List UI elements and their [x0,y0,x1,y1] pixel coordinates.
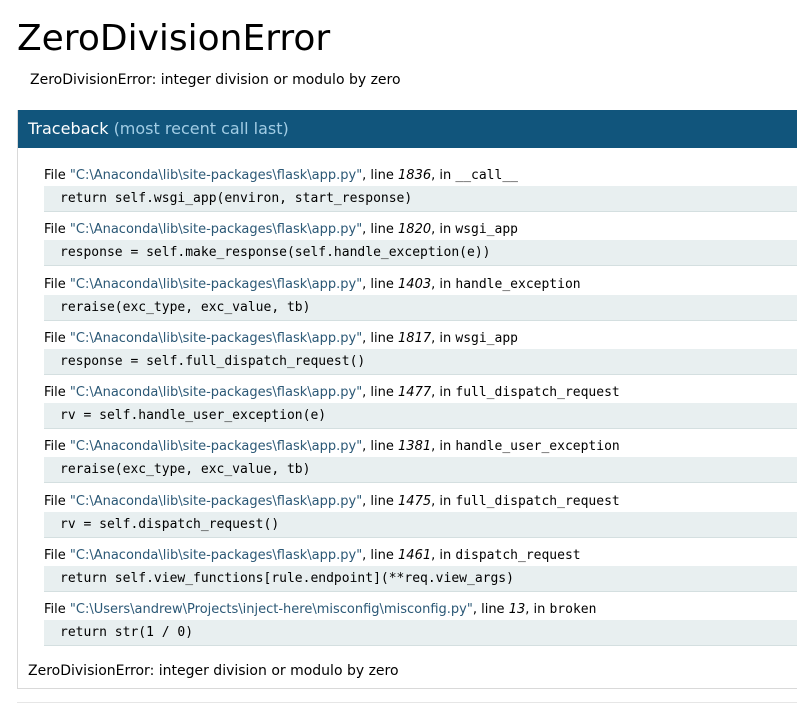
frame-filename[interactable]: "C:\Anaconda\lib\site-packages\flask\app… [70,331,362,346]
frame-code-line[interactable]: response = self.full_dispatch_request() [44,348,797,375]
file-prefix: File [44,222,70,238]
file-prefix: File [44,168,70,183]
traceback-panel: Traceback (most recent call last) File "… [17,110,797,689]
line-prefix: , line [362,222,399,238]
frame-filename[interactable]: "C:\Anaconda\lib\site-packages\flask\app… [70,222,362,237]
traceback-frame[interactable]: File "C:\Anaconda\lib\site-packages\flas… [18,167,797,221]
traceback-frame[interactable]: File "C:\Anaconda\lib\site-packages\flas… [18,221,797,275]
frame-location: File "C:\Anaconda\lib\site-packages\flas… [44,438,620,456]
frame-location: File "C:\Anaconda\lib\site-packages\flas… [44,221,518,239]
traceback-frame[interactable]: File "C:\Anaconda\lib\site-packages\flas… [18,438,797,492]
final-error-message: ZeroDivisionError: integer division or m… [28,663,399,679]
frame-line-number: 13 [508,602,526,618]
frame-location: File "C:\Anaconda\lib\site-packages\flas… [44,276,581,294]
frame-function-name: dispatch_request [455,548,581,564]
frame-filename[interactable]: "C:\Anaconda\lib\site-packages\flask\app… [70,548,362,563]
frame-function-name: handle_user_exception [455,439,620,455]
frame-code-line[interactable]: response = self.make_response(self.handl… [44,240,797,267]
frame-function-name: handle_exception [455,276,581,292]
line-prefix: , line [362,493,399,509]
in-prefix: , in [431,548,456,564]
in-prefix: , in [431,439,456,455]
in-prefix: , in [431,493,456,509]
line-prefix: , line [362,439,399,455]
traceback-frame[interactable]: File "C:\Anaconda\lib\site-packages\flas… [18,276,797,330]
frame-line-number: 1381 [398,439,432,455]
frame-function-name: broken [549,602,597,618]
traceback-title: Traceback [28,119,109,138]
frame-code-line[interactable]: return self.view_functions[rule.endpoint… [44,566,797,593]
file-prefix: File [44,602,70,618]
frame-function-name: wsgi_app [455,330,518,346]
file-prefix: File [44,548,70,564]
in-prefix: , in [431,276,456,292]
line-prefix: , line [362,548,399,564]
divider [17,702,797,703]
frame-filename[interactable]: "C:\Anaconda\lib\site-packages\flask\app… [70,494,362,509]
traceback-frame[interactable]: File "C:\Anaconda\lib\site-packages\flas… [18,493,797,547]
frame-function-name: full_dispatch_request [455,385,620,401]
line-prefix: , line [362,168,399,183]
frame-line-number: 1475 [398,493,432,509]
frame-location: File "C:\Users\andrew\Projects\inject-he… [44,601,596,619]
frame-line-number: 1820 [398,222,432,238]
file-prefix: File [44,385,70,401]
frame-line-number: 1817 [398,330,432,346]
line-prefix: , line [362,330,399,346]
frame-code-line[interactable]: reraise(exc_type, exc_value, tb) [44,457,797,484]
frame-line-number: 1461 [398,548,432,564]
frame-filename[interactable]: "C:\Anaconda\lib\site-packages\flask\app… [70,168,362,183]
file-prefix: File [44,330,70,346]
file-prefix: File [44,493,70,509]
frame-code-line[interactable]: rv = self.dispatch_request() [44,511,797,538]
traceback-frame[interactable]: File "C:\Users\andrew\Projects\inject-he… [18,601,797,655]
file-prefix: File [44,276,70,292]
frame-location: File "C:\Anaconda\lib\site-packages\flas… [44,493,620,511]
in-prefix: , in [431,330,456,346]
line-prefix: , line [362,385,399,401]
frame-code-line[interactable]: reraise(exc_type, exc_value, tb) [44,294,797,321]
frame-code-line[interactable]: rv = self.handle_user_exception(e) [44,403,797,430]
frame-code-line[interactable]: return self.wsgi_app(environ, start_resp… [44,186,797,212]
traceback-subtitle: (most recent call last) [113,119,289,138]
frame-filename[interactable]: "C:\Anaconda\lib\site-packages\flask\app… [70,385,362,400]
frame-function-name: full_dispatch_request [455,493,620,509]
in-prefix: , in [431,385,456,401]
frame-line-number: 1477 [398,385,432,401]
frame-filename[interactable]: "C:\Anaconda\lib\site-packages\flask\app… [70,277,362,292]
error-message: ZeroDivisionError: integer division or m… [30,72,401,88]
line-prefix: , line [472,602,509,618]
frame-filename[interactable]: "C:\Users\andrew\Projects\inject-here\mi… [70,602,473,617]
frame-code-line[interactable]: return str(1 / 0) [44,620,797,647]
frame-line-number: 1403 [398,276,432,292]
in-prefix: , in [431,168,456,183]
frame-function-name: wsgi_app [455,222,518,238]
traceback-frame[interactable]: File "C:\Anaconda\lib\site-packages\flas… [18,384,797,438]
line-prefix: , line [362,276,399,292]
file-prefix: File [44,439,70,455]
frame-location: File "C:\Anaconda\lib\site-packages\flas… [44,330,518,348]
in-prefix: , in [431,222,456,238]
traceback-frame[interactable]: File "C:\Anaconda\lib\site-packages\flas… [18,547,797,601]
frame-location: File "C:\Anaconda\lib\site-packages\flas… [44,384,620,402]
frame-line-number: 1836 [398,168,432,183]
frame-location: File "C:\Anaconda\lib\site-packages\flas… [44,547,581,565]
traceback-header: Traceback (most recent call last) [18,110,797,148]
frame-location: File "C:\Anaconda\lib\site-packages\flas… [44,167,518,185]
traceback-frames: File "C:\Anaconda\lib\site-packages\flas… [18,167,797,656]
frame-function-name: __call__ [455,168,518,183]
traceback-frame[interactable]: File "C:\Anaconda\lib\site-packages\flas… [18,330,797,384]
frame-filename[interactable]: "C:\Anaconda\lib\site-packages\flask\app… [70,439,362,454]
page-title: ZeroDivisionError [17,18,331,59]
in-prefix: , in [525,602,550,618]
